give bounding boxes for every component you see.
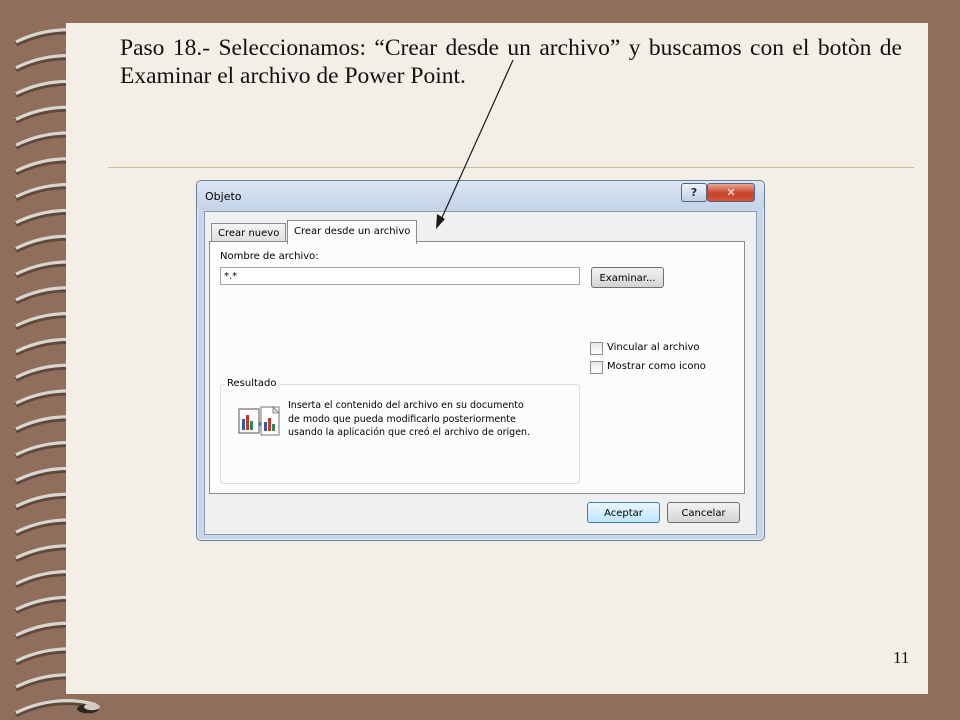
dialog-title: Objeto xyxy=(205,190,242,203)
link-to-file-label[interactable]: Vincular al archivo xyxy=(607,342,700,353)
file-name-label: Nombre de archivo: xyxy=(220,251,319,262)
close-icon: ✕ xyxy=(726,186,736,199)
close-button[interactable]: ✕ xyxy=(707,183,755,202)
chart-document-icon xyxy=(238,406,280,436)
display-as-icon-label[interactable]: Mostrar como icono xyxy=(607,361,706,372)
tab-panel: Nombre de archivo: *.* Examinar... Vincu… xyxy=(209,241,745,494)
slide-title: Paso 18.- Seleccionamos: “Crear desde un… xyxy=(120,35,902,89)
spiral-ring xyxy=(14,699,100,718)
ok-button[interactable]: Aceptar xyxy=(587,502,660,523)
page-number: 11 xyxy=(893,648,910,667)
cancel-button[interactable]: Cancelar xyxy=(667,502,740,523)
file-name-input[interactable]: *.* xyxy=(220,267,580,285)
dialog-client: Crear nuevo Crear desde un archivo Nombr… xyxy=(204,211,757,535)
help-button[interactable]: ? xyxy=(681,183,707,202)
result-description: Inserta el contenido del archivo en su d… xyxy=(288,400,531,438)
result-group-title: Resultado xyxy=(225,378,279,389)
browse-button[interactable]: Examinar... xyxy=(591,267,664,288)
link-to-file-checkbox[interactable] xyxy=(590,342,603,355)
tab-crear-desde-archivo[interactable]: Crear desde un archivo xyxy=(287,220,418,244)
tab-crear-nuevo[interactable]: Crear nuevo xyxy=(211,223,287,243)
result-group: Resultado Inserta el contenido del archi… xyxy=(220,378,580,484)
dialog-titlebar[interactable]: Objeto ? ✕ xyxy=(197,181,764,209)
object-dialog: Objeto ? ✕ Crear nuevo Crear desde un ar… xyxy=(196,180,765,541)
title-divider xyxy=(108,167,914,168)
display-as-icon-checkbox[interactable] xyxy=(590,361,603,374)
help-icon: ? xyxy=(690,186,698,199)
